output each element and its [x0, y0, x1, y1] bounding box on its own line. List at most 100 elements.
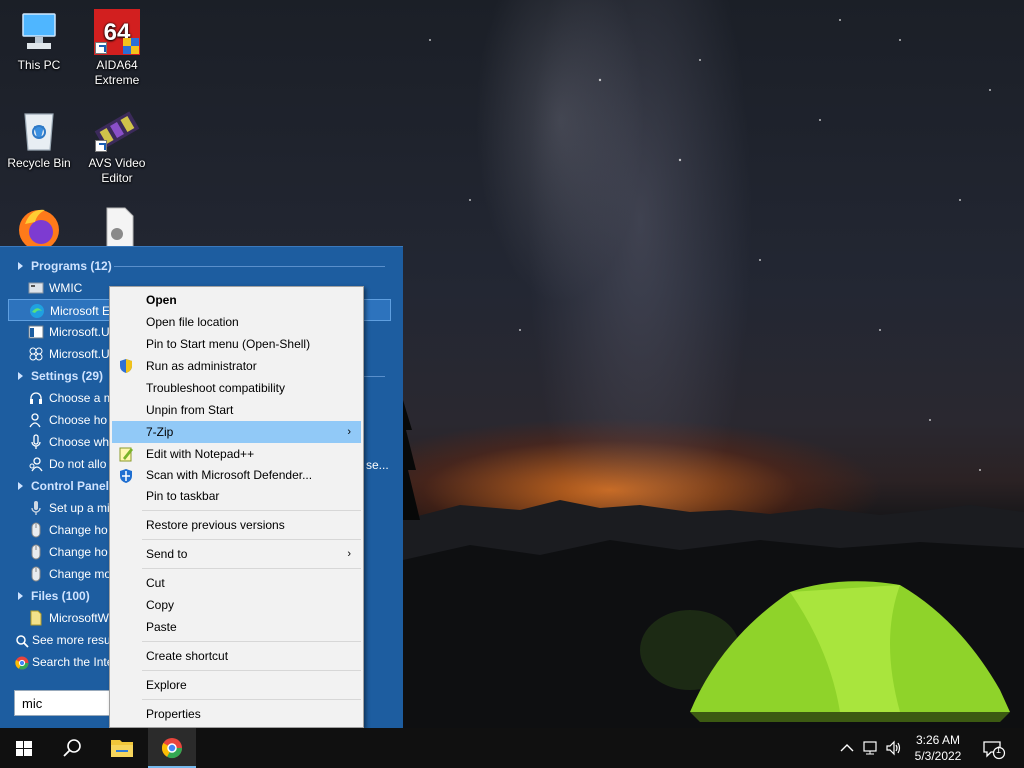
search-internet-label: Search the Inte — [32, 655, 114, 669]
result-label: Change ho — [49, 523, 108, 537]
menu-create-shortcut[interactable]: Create shortcut — [112, 645, 361, 667]
menu-run-as-administrator[interactable]: Run as administrator — [112, 355, 361, 377]
notepadpp-icon — [118, 446, 134, 462]
menu-separator — [142, 568, 361, 569]
category-label: Files (100) — [31, 589, 90, 603]
action-center-button[interactable]: 1 — [982, 740, 1006, 760]
mouse-icon — [28, 566, 44, 582]
edge-icon — [29, 303, 45, 319]
recycle-bin-icon — [15, 106, 63, 154]
taskbar-chrome[interactable] — [148, 728, 196, 768]
desktop-icon-recycle-bin[interactable]: Recycle Bin — [1, 106, 77, 171]
category-label: Settings (29) — [31, 369, 104, 383]
menu-restore-previous-versions[interactable]: Restore previous versions — [112, 514, 361, 536]
expand-triangle-icon — [18, 482, 23, 490]
menu-7zip[interactable]: 7-Zip › — [112, 421, 361, 443]
menu-cut[interactable]: Cut — [112, 572, 361, 594]
result-label: Choose wh — [49, 435, 110, 449]
headset-icon — [28, 390, 44, 406]
app-tiles-icon — [28, 346, 44, 362]
result-label: Choose a m — [49, 391, 114, 405]
menu-send-to[interactable]: Send to › — [112, 543, 361, 565]
firefox-icon — [15, 204, 63, 246]
shortcut-arrow-icon — [95, 42, 107, 54]
shield-icon — [118, 358, 134, 374]
clock[interactable]: 3:26 AM 5/3/2022 — [912, 732, 964, 764]
result-label: Set up a mi — [49, 501, 110, 515]
result-label: Change ho — [49, 545, 108, 559]
mouse-icon — [28, 544, 44, 560]
menu-separator — [142, 699, 361, 700]
aida64-icon: 64 — [93, 8, 141, 56]
menu-edit-with-notepadpp[interactable]: Edit with Notepad++ — [112, 443, 361, 465]
app-window-icon — [28, 324, 44, 340]
menu-open-file-location[interactable]: Open file location — [112, 311, 361, 333]
notification-count: 1 — [996, 745, 1002, 755]
volume-icon[interactable] — [885, 740, 903, 756]
folder-icon — [111, 740, 133, 757]
person-voice-icon — [28, 412, 44, 428]
chevron-right-icon: › — [347, 426, 351, 438]
desktop-icon-this-pc[interactable]: This PC — [1, 8, 77, 73]
category-label: Control Panel — [31, 479, 110, 493]
menu-open[interactable]: Open — [112, 289, 361, 311]
clock-date: 5/3/2022 — [914, 749, 962, 763]
search-button[interactable] — [48, 728, 96, 768]
desktop-icon-avs-video-editor[interactable]: AVS Video Editor — [79, 106, 155, 186]
person-search-icon — [28, 456, 44, 472]
search-icon — [15, 633, 29, 648]
clock-time: 3:26 AM — [915, 733, 961, 747]
taskbar: 3:26 AM 5/3/2022 1 — [0, 728, 1024, 768]
menu-separator — [142, 510, 361, 511]
menu-separator — [142, 539, 361, 540]
document-icon — [28, 610, 44, 626]
desktop-icon-aida64[interactable]: 64 AIDA64 Extreme — [79, 8, 155, 88]
category-programs[interactable]: Programs (12) — [8, 255, 393, 277]
chevron-right-icon: › — [347, 548, 351, 560]
menu-properties[interactable]: Properties — [112, 703, 361, 725]
film-strip-icon — [93, 106, 141, 154]
menu-separator — [142, 641, 361, 642]
divider — [114, 266, 385, 267]
menu-pin-to-start[interactable]: Pin to Start menu (Open-Shell) — [112, 333, 361, 355]
defender-icon — [118, 468, 134, 484]
taskbar-file-explorer[interactable] — [98, 728, 146, 768]
result-label: Microsoft.U — [49, 347, 110, 361]
wmic-icon — [28, 280, 44, 296]
mouse-icon — [28, 522, 44, 538]
desktop-icon-settings-file[interactable] — [79, 204, 155, 246]
truncated-text: se... — [366, 458, 389, 472]
network-icon[interactable] — [862, 740, 880, 756]
start-search-input[interactable]: mic — [14, 690, 124, 716]
desktop-icon-label: Recycle Bin — [7, 156, 71, 170]
desktop-icon-label: This PC — [17, 58, 61, 72]
chrome-icon — [161, 738, 183, 759]
menu-scan-with-defender[interactable]: Scan with Microsoft Defender... — [112, 465, 361, 486]
search-input-value: mic — [22, 696, 43, 711]
menu-paste[interactable]: Paste — [112, 616, 361, 638]
chrome-icon — [15, 655, 29, 670]
result-label: Microsoft.U — [49, 325, 110, 339]
shortcut-arrow-icon — [95, 140, 107, 152]
windows-logo-icon — [16, 741, 32, 756]
menu-explore[interactable]: Explore — [112, 674, 361, 696]
see-more-label: See more resul — [32, 633, 114, 647]
result-label: Choose ho — [49, 413, 108, 427]
result-label: Microsoft E — [50, 304, 111, 318]
start-button[interactable] — [0, 728, 48, 768]
gear-file-icon — [93, 204, 141, 246]
show-hidden-icons-chevron-up-icon[interactable] — [838, 740, 856, 756]
menu-copy[interactable]: Copy — [112, 594, 361, 616]
result-label: Change mo — [49, 567, 112, 581]
result-label: WMIC — [49, 281, 83, 295]
menu-pin-to-taskbar[interactable]: Pin to taskbar — [112, 486, 361, 507]
expand-triangle-icon — [18, 372, 23, 380]
context-menu: Open Open file location Pin to Start men… — [109, 286, 364, 728]
menu-troubleshoot-compatibility[interactable]: Troubleshoot compatibility — [112, 377, 361, 399]
desktop-icon-firefox[interactable] — [1, 204, 77, 246]
menu-separator — [142, 670, 361, 671]
notification-icon — [983, 741, 1006, 760]
menu-unpin-from-start[interactable]: Unpin from Start — [112, 399, 361, 421]
microphone-icon — [28, 434, 44, 450]
expand-triangle-icon — [18, 262, 23, 270]
